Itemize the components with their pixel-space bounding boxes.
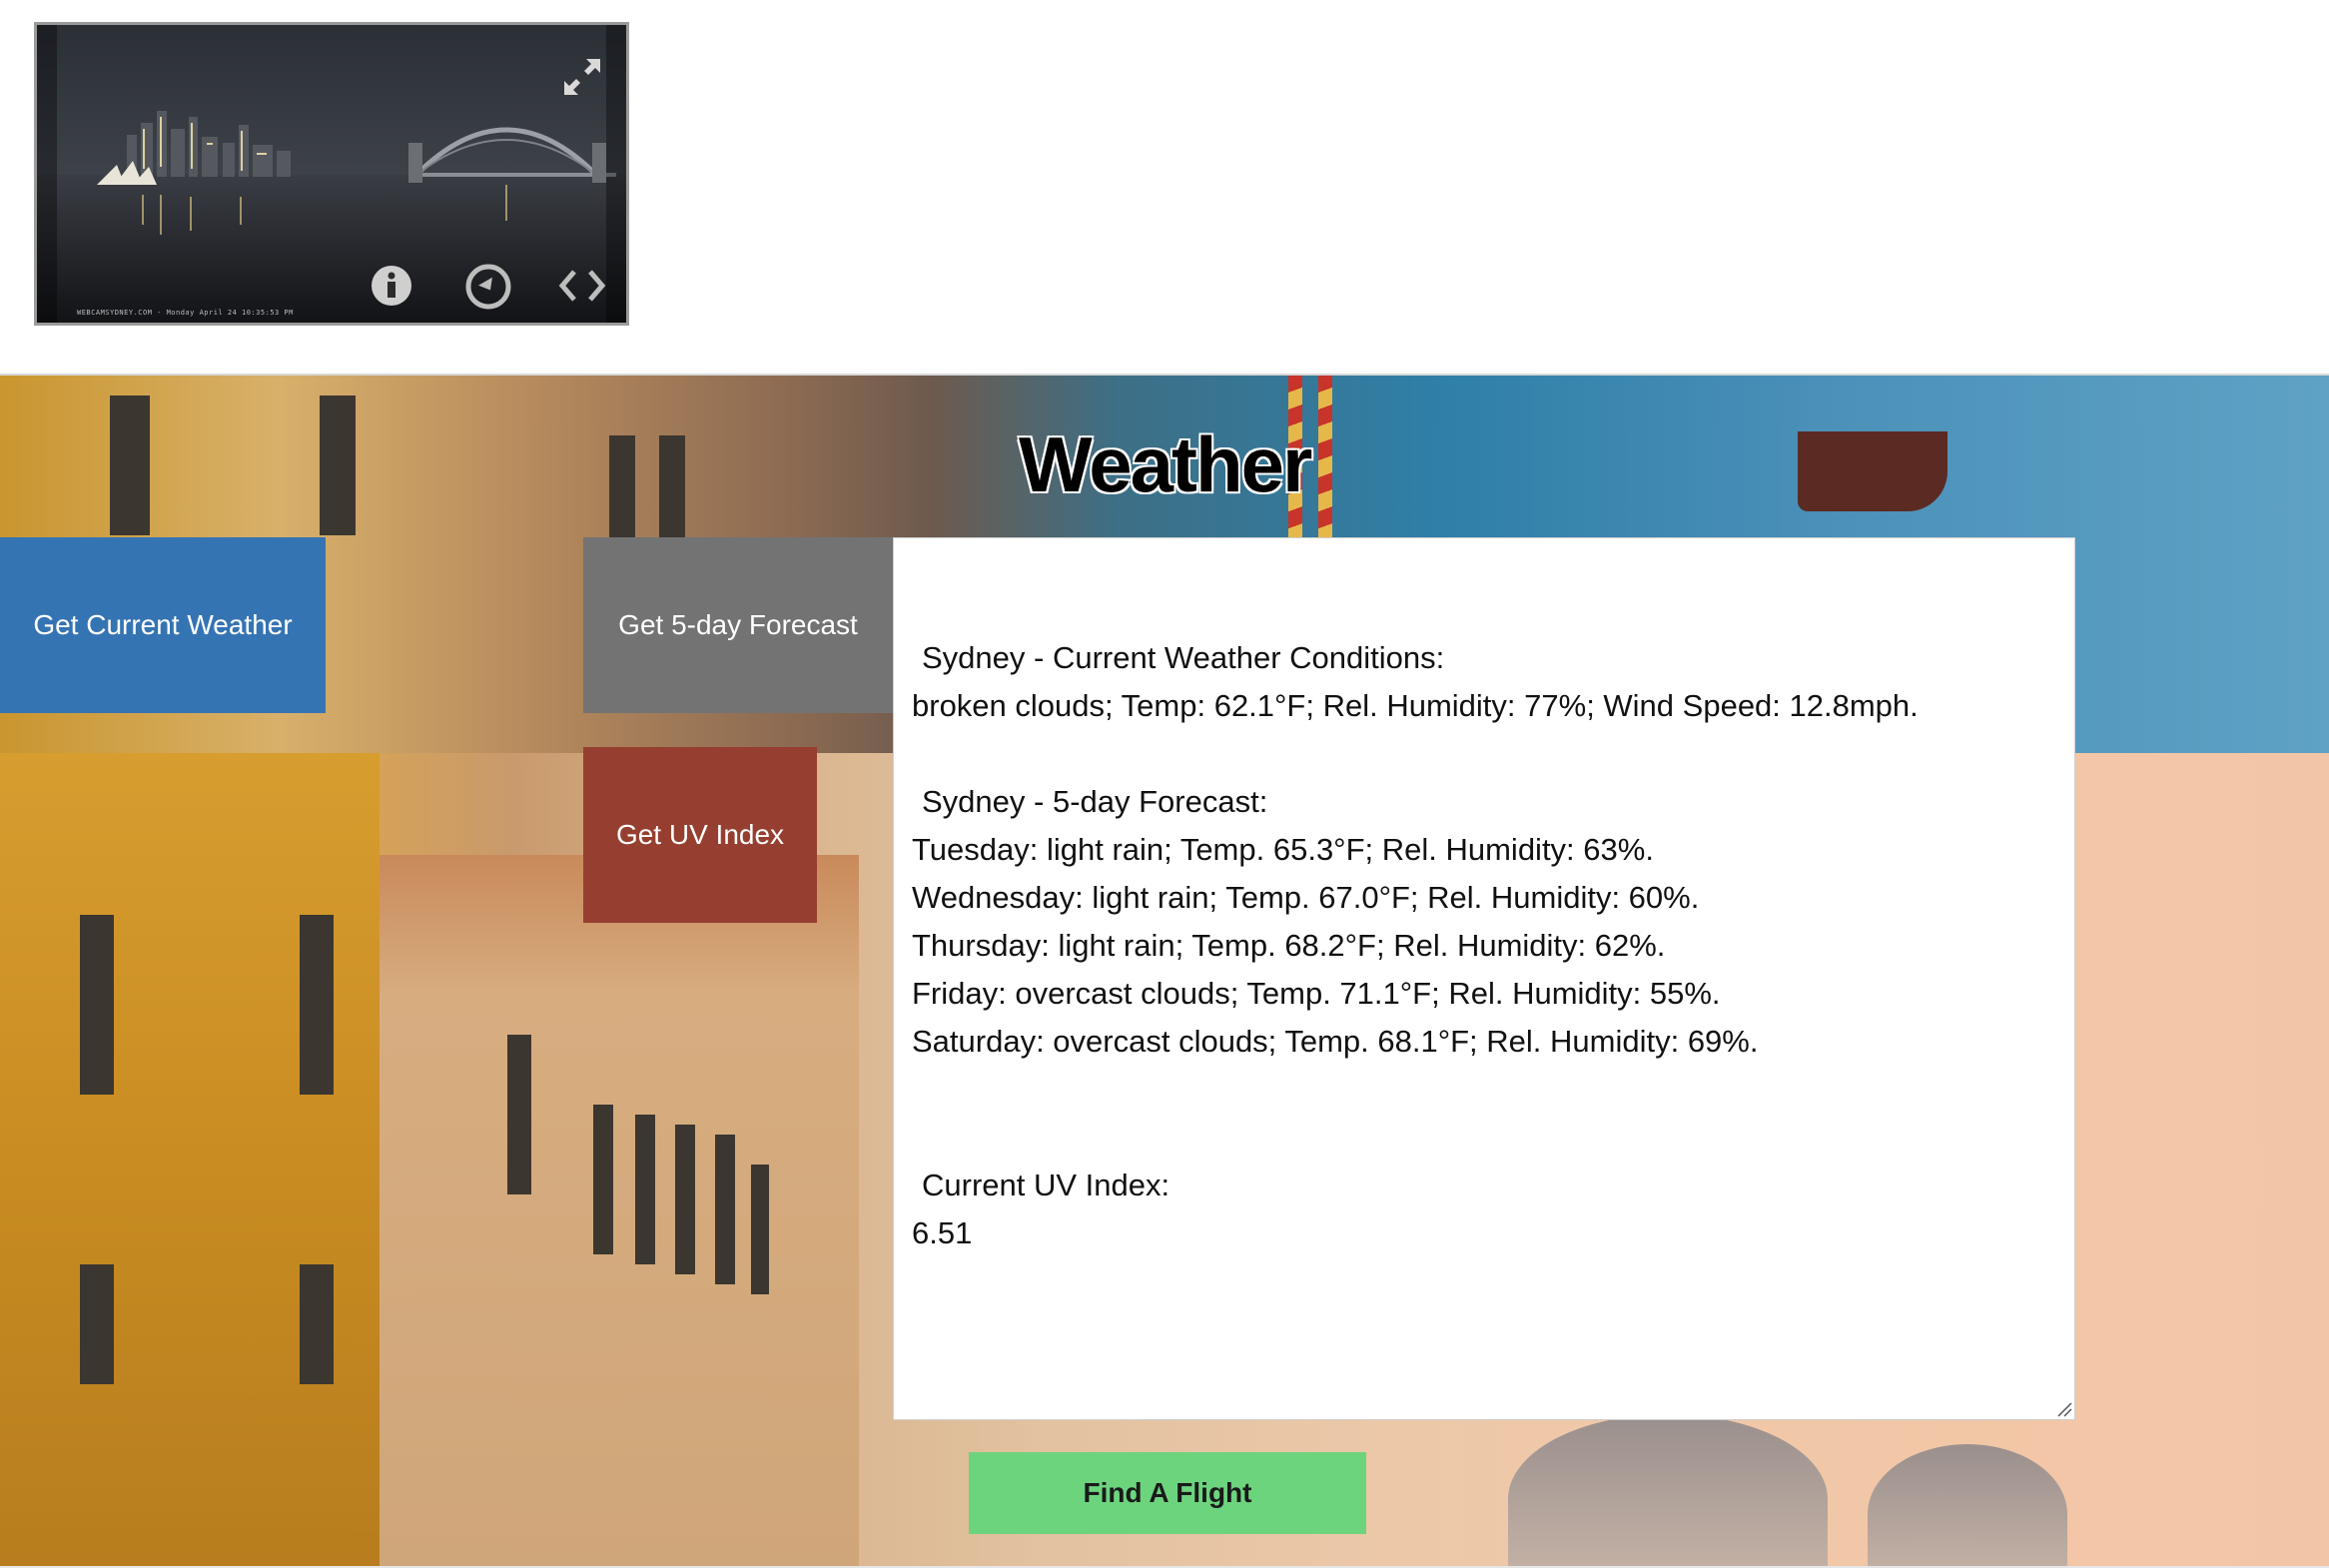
- forecast-day-line: Friday: overcast clouds; Temp. 71.1°F; R…: [912, 976, 1721, 1011]
- get-uv-index-button[interactable]: Get UV Index: [583, 747, 817, 923]
- get-5-day-forecast-button[interactable]: Get 5-day Forecast: [583, 537, 893, 713]
- weather-results-textarea[interactable]: Sydney - Current Weather Conditions: bro…: [893, 537, 2075, 1420]
- current-weather-text: broken clouds; Temp: 62.1°F; Rel. Humidi…: [912, 688, 1919, 723]
- webcam-player[interactable]: WEBCAMSYDNEY.COM - Monday April 24 10:35…: [34, 22, 629, 326]
- weather-section: Weather Get Current Weather Get 5-day Fo…: [0, 374, 2329, 1568]
- forecast-day-line: Tuesday: light rain; Temp. 65.3°F; Rel. …: [912, 832, 1654, 867]
- yellow-building: [0, 753, 380, 1568]
- uv-index-value: 6.51: [912, 1215, 973, 1250]
- building-window: [715, 1135, 735, 1284]
- expand-arrows-icon[interactable]: [554, 49, 610, 105]
- embed-code-icon[interactable]: [554, 261, 610, 311]
- info-icon[interactable]: [367, 261, 416, 311]
- building-window: [300, 1264, 334, 1384]
- building-window: [675, 1125, 695, 1274]
- building-window: [110, 395, 150, 535]
- current-weather-heading: Sydney - Current Weather Conditions:: [922, 640, 1445, 675]
- forecast-day-line: Thursday: light rain; Temp. 68.2°F; Rel.…: [912, 928, 1666, 963]
- building-window: [635, 1115, 655, 1264]
- webcam-harbour-image: [37, 25, 626, 323]
- uv-index-heading: Current UV Index:: [922, 1168, 1170, 1202]
- boat: [1798, 431, 1947, 511]
- replay-icon[interactable]: [460, 259, 516, 315]
- forecast-day-line: Saturday: overcast clouds; Temp. 68.1°F;…: [912, 1024, 1759, 1059]
- page-title: Weather: [1019, 420, 1312, 508]
- brick-building: [380, 855, 859, 1568]
- building-window: [80, 915, 114, 1095]
- building-window: [80, 1264, 114, 1384]
- forecast-heading: Sydney - 5-day Forecast:: [922, 784, 1268, 819]
- forecast-day-line: Wednesday: light rain; Temp. 67.0°F; Rel…: [912, 880, 1700, 915]
- get-current-weather-button[interactable]: Get Current Weather: [0, 537, 326, 713]
- resize-handle-icon[interactable]: [2056, 1401, 2072, 1417]
- building-window: [507, 1035, 531, 1194]
- building-window: [751, 1165, 769, 1294]
- webcam-timestamp: WEBCAMSYDNEY.COM - Monday April 24 10:35…: [77, 309, 294, 317]
- building-window: [593, 1105, 613, 1254]
- building-window: [320, 395, 356, 535]
- mooring-pole: [1318, 376, 1332, 537]
- find-a-flight-button[interactable]: Find A Flight: [969, 1452, 1366, 1534]
- building-window: [300, 915, 334, 1095]
